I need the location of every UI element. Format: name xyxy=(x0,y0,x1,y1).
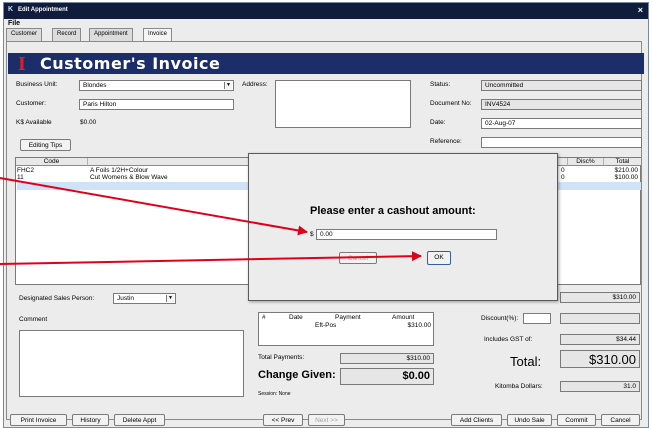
annotation-arrow-to-amount xyxy=(0,177,308,236)
annotation-arrows xyxy=(0,177,422,265)
annotation-arrow-to-ok xyxy=(0,251,422,265)
